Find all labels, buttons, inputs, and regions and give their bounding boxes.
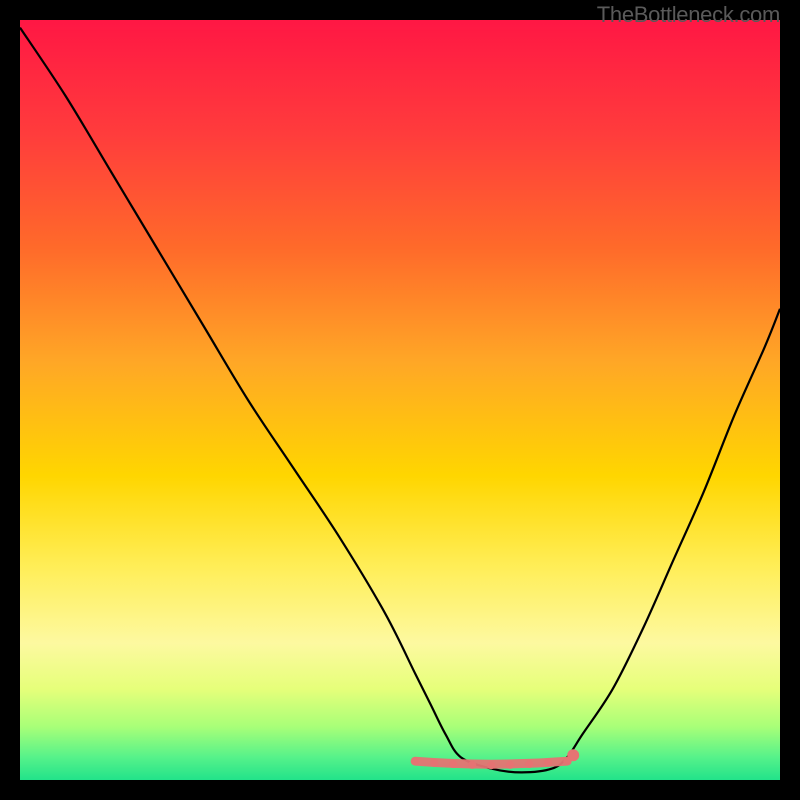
flat-zone-marker [411, 749, 579, 769]
plot-area [20, 20, 780, 780]
bottleneck-curve [20, 28, 780, 773]
curve-layer [20, 20, 780, 780]
chart-container: TheBottleneck.com [0, 0, 800, 800]
watermark-text: TheBottleneck.com [597, 2, 780, 28]
